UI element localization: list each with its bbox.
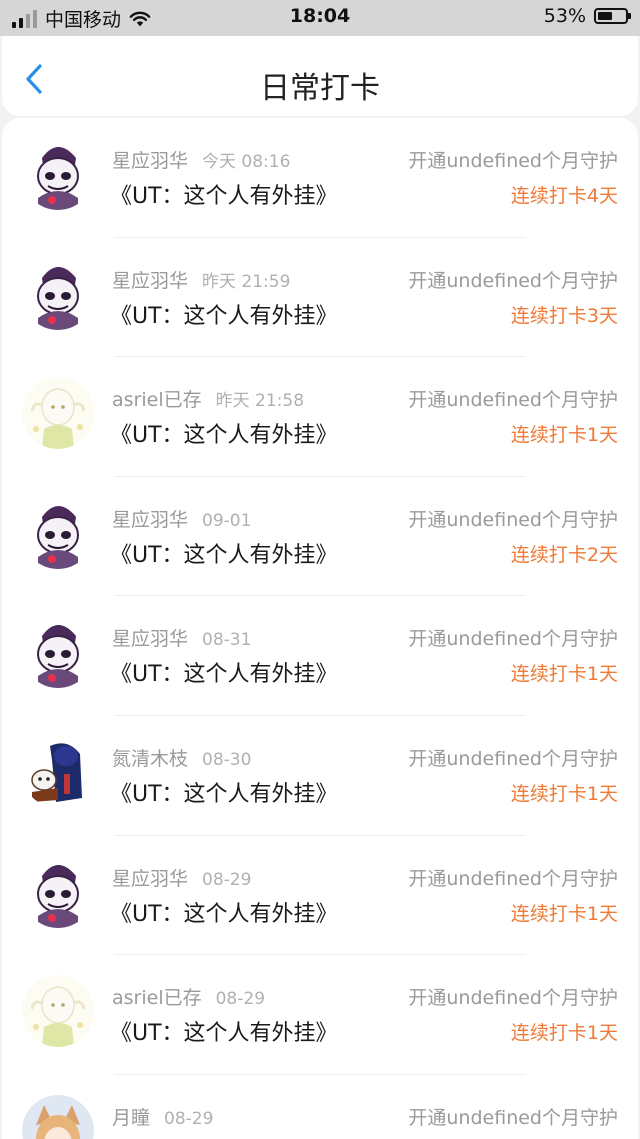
- battery-icon: [594, 8, 631, 24]
- checkin-row[interactable]: 星应羽华 今天 08:16 《UT：这个人有外挂》 开通undefined个月守护连续…: [2, 118, 638, 238]
- streak-text: 连续打卡1天: [510, 424, 618, 447]
- avatar[interactable]: [22, 1094, 94, 1139]
- checkin-date: 08-29: [215, 989, 266, 1010]
- guard-text: 开通undefined个月守护: [408, 628, 618, 651]
- status-bar: 中国移动 18:04 53%: [0, 0, 640, 36]
- checkin-date: 08-31: [202, 630, 252, 651]
- guard-text: 开通undefined个月守护: [408, 987, 618, 1010]
- user-line: 星应羽华 09-01: [112, 505, 251, 532]
- checkin-row[interactable]: 星应羽华 08-29 《UT：这个人有外挂》 开通undefined个月守护连续打卡1…: [2, 836, 638, 956]
- guard-text: 开通undefined个月守护: [408, 150, 618, 172]
- guard-text: 开通undefined个月守护: [408, 269, 618, 292]
- book-title[interactable]: 《UT：这个人有外挂》: [110, 1015, 338, 1047]
- avatar[interactable]: [22, 855, 94, 928]
- book-title[interactable]: 《UT：这个人有外挂》: [110, 776, 338, 808]
- checkin-list[interactable]: 星应羽华 今天 08:16 《UT：这个人有外挂》 开通undefined个月守护 连续…: [2, 118, 638, 1139]
- book-title[interactable]: 《UT：这个人有外挂》: [110, 1135, 338, 1139]
- avatar[interactable]: [22, 377, 94, 450]
- checkin-row[interactable]: asriel已存 昨天 21:58 《UT：这个人有外挂》 开通undefined个月…: [2, 357, 638, 477]
- streak-text: 连续打卡4天: [510, 185, 618, 207]
- streak-text: 连续打卡1天: [510, 782, 618, 805]
- guard-text: 开通undefined个月守护: [408, 508, 618, 531]
- avatar[interactable]: [22, 616, 94, 689]
- user-line: 星应羽华 08-29: [112, 864, 251, 891]
- checkin-row[interactable]: 月瞳 08-29 《UT：这个人有外挂》 开通undefined个月守护: [2, 1075, 638, 1139]
- user-line: asriel已存 08-29: [112, 983, 265, 1010]
- streak-text: 连续打卡1天: [510, 902, 618, 925]
- book-title[interactable]: 《UT：这个人有外挂》: [110, 896, 338, 928]
- nav-bar: 日常打卡: [2, 36, 638, 116]
- status-right: 53%: [543, 5, 631, 27]
- checkin-date: 昨天 21:58: [215, 391, 305, 412]
- book-title[interactable]: 《UT：这个人有外挂》: [110, 537, 338, 569]
- battery-fill: [598, 12, 612, 20]
- user-name[interactable]: asriel已存: [112, 389, 202, 411]
- checkin-date: 08-30: [202, 749, 252, 770]
- checkin-date: 08-29: [202, 869, 252, 890]
- streak-text: 连续打卡1天: [510, 1022, 618, 1045]
- user-name[interactable]: 星应羽华: [112, 150, 188, 172]
- checkin-date: 08-29: [164, 1108, 214, 1129]
- checkin-date: 昨天 21:59: [202, 271, 291, 292]
- user-line: 星应羽华 今天 08:16: [112, 146, 290, 173]
- user-name[interactable]: 月瞳: [112, 1107, 150, 1129]
- book-title[interactable]: 《UT：这个人有外挂》: [110, 417, 338, 449]
- user-line: 月瞳 08-29: [112, 1103, 213, 1130]
- user-line: 星应羽华 昨天 21:59: [112, 266, 290, 293]
- page-title: 日常打卡: [260, 71, 380, 106]
- book-title[interactable]: 《UT：这个人有外挂》: [110, 298, 338, 330]
- avatar[interactable]: [22, 735, 94, 808]
- guard-text: 开通undefined个月守护: [408, 747, 618, 770]
- guard-text: 开通undefined个月守护: [408, 389, 618, 412]
- book-title[interactable]: 《UT：这个人有外挂》: [110, 178, 338, 210]
- checkin-date: 09-01: [202, 510, 252, 531]
- avatar[interactable]: [22, 257, 94, 330]
- streak-text: 连续打卡1天: [510, 663, 618, 686]
- user-name[interactable]: 星应羽华: [112, 868, 188, 890]
- guard-text: 开通undefined个月守护: [408, 1106, 618, 1129]
- checkin-row[interactable]: 星应羽华 09-01 《UT：这个人有外挂》 开通undefined个月守护连续打卡2…: [2, 477, 638, 597]
- book-title[interactable]: 《UT：这个人有外挂》: [110, 656, 338, 688]
- avatar[interactable]: [22, 138, 94, 210]
- user-line: 氮清木枝 08-30: [112, 744, 251, 771]
- streak-text: 连续打卡3天: [510, 304, 618, 327]
- user-name[interactable]: 星应羽华: [112, 270, 188, 292]
- checkin-row[interactable]: 氮清木枝 08-30 《UT：这个人有外挂》 开通undefined个月守护连续打卡1…: [2, 716, 638, 836]
- checkin-row[interactable]: asriel已存 08-29 《UT：这个人有外挂》 开通undefined个月守护连…: [2, 955, 638, 1075]
- user-line: 星应羽华 08-31: [112, 624, 251, 651]
- avatar[interactable]: [22, 496, 94, 569]
- user-line: asriel已存 昨天 21:58: [112, 385, 304, 412]
- user-name[interactable]: 氮清木枝: [112, 748, 188, 770]
- avatar[interactable]: [22, 975, 94, 1048]
- streak-text: 连续打卡2天: [510, 543, 618, 566]
- user-name[interactable]: 星应羽华: [112, 509, 188, 531]
- battery-percent: 53%: [543, 5, 586, 27]
- checkin-row[interactable]: 星应羽华 08-31 《UT：这个人有外挂》 开通undefined个月守护连续打卡1…: [2, 596, 638, 716]
- checkin-row[interactable]: 星应羽华 昨天 21:59 《UT：这个人有外挂》 开通undefined个月守护连续…: [2, 238, 638, 358]
- user-name[interactable]: 星应羽华: [112, 628, 188, 650]
- user-name[interactable]: asriel已存: [112, 987, 202, 1009]
- checkin-date: 今天 08:16: [202, 152, 291, 172]
- guard-text: 开通undefined个月守护: [408, 867, 618, 890]
